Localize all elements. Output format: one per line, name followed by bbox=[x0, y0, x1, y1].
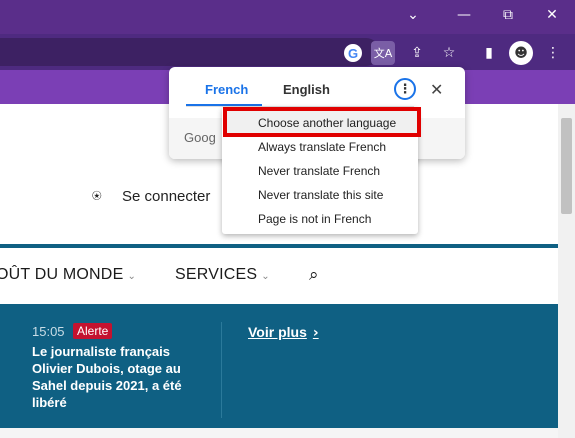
chevron-right-icon: › bbox=[312, 325, 319, 341]
menu-item-choose-language[interactable]: Choose another language bbox=[258, 116, 396, 130]
close-icon[interactable]: ✕ bbox=[430, 80, 443, 99]
menu-item-never-translate-language[interactable]: Never translate French bbox=[258, 164, 380, 178]
nav-item-label: SERVICES bbox=[175, 266, 258, 283]
voir-plus-label: Voir plus bbox=[248, 324, 307, 340]
address-bar[interactable] bbox=[0, 38, 380, 66]
side-panel-icon[interactable]: ▮ bbox=[477, 41, 501, 65]
share-icon[interactable]: ⇪ bbox=[405, 41, 429, 65]
news-divider bbox=[221, 322, 222, 418]
menu-item-not-in-language[interactable]: Page is not in French bbox=[258, 212, 371, 226]
google-icon[interactable]: G bbox=[344, 44, 362, 62]
alert-badge: Alerte bbox=[73, 323, 113, 339]
menu-item-always-translate[interactable]: Always translate French bbox=[258, 140, 386, 154]
page-bottom-band bbox=[0, 428, 558, 438]
active-tab-indicator bbox=[186, 104, 262, 106]
news-time: 15:05 bbox=[32, 324, 65, 339]
sign-in-link[interactable]: ⍟ Se connecter bbox=[92, 186, 210, 206]
chevron-down-icon: ⌄ bbox=[127, 271, 137, 282]
nav-item-services[interactable]: SERVICES ⌄ bbox=[175, 266, 270, 284]
sign-in-label: Se connecter bbox=[122, 187, 211, 205]
more-options-icon[interactable]: ⋮ bbox=[394, 78, 416, 100]
tab-english[interactable]: English bbox=[283, 82, 330, 97]
restore-icon[interactable]: ⧉ bbox=[488, 0, 528, 30]
google-translate-label: Goog bbox=[184, 130, 216, 145]
nav-item-label: OÛT DU MONDE bbox=[0, 266, 124, 283]
profile-avatar[interactable]: ☻ bbox=[509, 41, 533, 65]
scrollbar-thumb[interactable] bbox=[561, 118, 572, 214]
nav-item-world[interactable]: OÛT DU MONDE ⌄ bbox=[0, 266, 136, 284]
menu-item-never-translate-site[interactable]: Never translate this site bbox=[258, 188, 383, 202]
translate-icon[interactable]: 文A bbox=[371, 41, 395, 65]
voir-plus-link[interactable]: Voir plus › bbox=[248, 324, 319, 341]
browser-menu-icon[interactable]: ⋮ bbox=[541, 41, 565, 65]
user-login-icon: ⍟ bbox=[92, 186, 102, 205]
close-window-icon[interactable]: ✕ bbox=[532, 0, 572, 30]
bookmark-star-icon[interactable]: ☆ bbox=[437, 41, 461, 65]
chevron-down-icon: ⌄ bbox=[261, 271, 270, 282]
minimize-icon[interactable]: — bbox=[444, 0, 484, 30]
search-icon[interactable]: ⌕ bbox=[309, 265, 329, 285]
news-headline[interactable]: Le journaliste français Olivier Dubois, … bbox=[32, 343, 202, 411]
tab-search-icon[interactable]: ⌄ bbox=[393, 0, 433, 30]
tab-french[interactable]: French bbox=[205, 82, 248, 97]
